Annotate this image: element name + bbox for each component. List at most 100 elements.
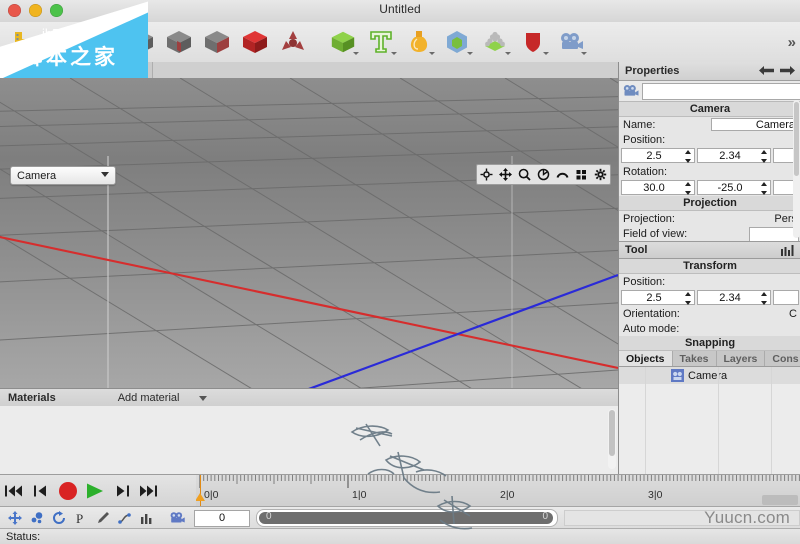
tool-position-label: Position: [623, 275, 666, 288]
gear-icon [594, 168, 607, 181]
row-position-label: Position: [619, 132, 800, 147]
rotate-tool-button[interactable] [48, 507, 70, 529]
materials-label: Materials [8, 392, 56, 404]
move-tool[interactable] [496, 165, 515, 184]
tool-camera[interactable] [552, 22, 590, 62]
timeline-playhead[interactable] [196, 475, 205, 507]
select-tool[interactable] [477, 165, 496, 184]
stepper-icon[interactable] [684, 292, 691, 305]
chevron-down-icon[interactable] [581, 52, 587, 55]
frame-range-slider[interactable]: 0 0 [256, 509, 558, 527]
rotate-icon [53, 511, 65, 524]
toolbar-overflow-button[interactable]: » [788, 34, 796, 51]
graph-tool-button[interactable] [114, 507, 136, 529]
tool-position-x[interactable]: 2.5 [621, 290, 695, 305]
grid-tool[interactable] [572, 165, 591, 184]
viewport-3d[interactable]: Camera [0, 78, 618, 388]
arrow-right-icon[interactable] [780, 65, 795, 76]
pen-tool-button[interactable] [92, 507, 114, 529]
chevron-down-icon[interactable] [391, 52, 397, 55]
orbit-icon [537, 168, 550, 181]
tool-vehicle[interactable] [84, 22, 122, 62]
stepper-icon[interactable] [684, 182, 691, 195]
tab-objects[interactable]: Objects [619, 351, 673, 366]
tab-uvs[interactable]: UVs [59, 62, 101, 78]
tool-material[interactable] [400, 22, 438, 62]
chevron-down-icon[interactable] [467, 52, 473, 55]
camera-rotation-y[interactable]: -25.0 [697, 180, 771, 195]
step-forward-button[interactable] [108, 475, 135, 507]
orbit-tool[interactable] [534, 165, 553, 184]
object-name-input[interactable] [642, 82, 800, 100]
chevron-down-icon[interactable] [353, 52, 359, 55]
chevron-down-icon[interactable] [505, 52, 511, 55]
cube-gray-icon [129, 31, 153, 53]
tab-constraints[interactable]: Cons [765, 351, 800, 366]
materials-scrollbar[interactable] [608, 409, 616, 469]
tab-layers[interactable]: Layers [716, 351, 766, 366]
points-tool-button[interactable] [26, 507, 48, 529]
move-tool-button[interactable] [4, 507, 26, 529]
step-back-button[interactable] [27, 475, 54, 507]
timeline-scrollbar[interactable] [762, 495, 798, 505]
chevron-down-icon[interactable] [429, 52, 435, 55]
frame-range-low: 0 [266, 511, 272, 522]
play-button[interactable] [81, 475, 108, 507]
stepper-icon[interactable] [760, 292, 767, 305]
viewport-camera-select[interactable]: Camera [10, 166, 116, 185]
tool-model[interactable] [8, 22, 46, 62]
tool-cube-split[interactable] [160, 22, 198, 62]
timeline-tick-marks [199, 475, 800, 488]
window-titlebar: Untitled [0, 0, 800, 23]
tool-terrain[interactable] [46, 22, 84, 62]
camera-position-y[interactable]: 2.34 [697, 148, 771, 163]
settings-tool[interactable] [591, 165, 610, 184]
list-item[interactable]: Camera [619, 367, 800, 384]
tool-modifier[interactable] [438, 22, 476, 62]
camera-name-input[interactable]: Camera [711, 118, 799, 131]
transform-icon[interactable] [781, 245, 794, 256]
stepper-icon[interactable] [760, 150, 767, 163]
stepper-icon[interactable] [684, 150, 691, 163]
camera-rotation-x[interactable]: 30.0 [621, 180, 695, 195]
chevron-down-icon[interactable] [543, 52, 549, 55]
tool-cube-dark[interactable] [198, 22, 236, 62]
tool-cube-red[interactable] [236, 22, 274, 62]
stepper-icon[interactable] [760, 182, 767, 195]
pan-tool[interactable] [553, 165, 572, 184]
record-button[interactable] [54, 475, 81, 507]
add-material-button[interactable]: Add material [118, 392, 180, 404]
chevron-down-icon[interactable] [199, 395, 208, 401]
tab-3d-view[interactable]: 3D view [0, 62, 60, 78]
tool-position-y[interactable]: 2.34 [697, 290, 771, 305]
tab-takes[interactable]: Takes [672, 351, 717, 366]
tool-text[interactable] [362, 22, 400, 62]
timeline-ruler[interactable]: 0|0 1|0 2|0 3|0 [196, 474, 800, 507]
properties-scrollbar[interactable] [793, 100, 800, 238]
bottom-tool-row: P 0 0 0 [0, 506, 800, 529]
tool-joint[interactable] [274, 22, 312, 62]
tool-particles[interactable] [476, 22, 514, 62]
chart-tool-button[interactable] [136, 507, 158, 529]
tool-primitive[interactable] [324, 22, 362, 62]
tool-cube-gray[interactable] [122, 22, 160, 62]
pose-tool-button[interactable]: P [70, 507, 92, 529]
tab-nodes[interactable]: Nodes [100, 62, 153, 78]
properties-nav [759, 65, 795, 76]
orientation-value[interactable]: C [789, 308, 797, 320]
go-to-end-button[interactable] [135, 475, 162, 507]
field-of-view-input[interactable] [749, 227, 799, 242]
current-frame-input[interactable]: 0 [194, 509, 250, 527]
arrow-left-icon[interactable] [759, 65, 774, 76]
frame-range-fill [259, 512, 553, 524]
letter-p-icon: P [76, 511, 83, 525]
go-to-start-button[interactable] [0, 475, 27, 507]
skip-back-icon [5, 485, 22, 497]
camera-tool-button[interactable] [166, 507, 188, 529]
tool-physics[interactable] [514, 22, 552, 62]
materials-panel[interactable] [0, 406, 618, 475]
tool-position-z[interactable] [773, 290, 799, 305]
camera-position-x[interactable]: 2.5 [621, 148, 695, 163]
right-panel: Properties Camera Name: Camera Position:… [618, 62, 800, 492]
zoom-tool[interactable] [515, 165, 534, 184]
